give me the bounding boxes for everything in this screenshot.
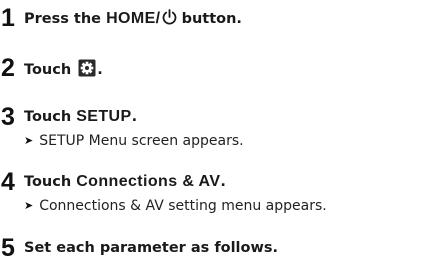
instruction-text: Press the bbox=[24, 11, 107, 27]
instruction-text-end: . bbox=[220, 174, 226, 190]
step-instruction: Press the HOME/ button. bbox=[24, 9, 242, 30]
instruction-text: Set each parameter as follows. bbox=[24, 240, 279, 256]
step-instruction: Set each parameter as follows. bbox=[24, 239, 278, 257]
result-arrow-icon: ➤ bbox=[24, 199, 34, 212]
step-instruction: Touch . bbox=[24, 59, 103, 82]
instruction-text: Touch bbox=[24, 174, 77, 190]
instruction-text-end: button. bbox=[176, 11, 242, 27]
result-text: SETUP Menu screen appears. bbox=[39, 133, 244, 149]
step-number: 1 bbox=[1, 4, 15, 32]
home-key-label: HOME bbox=[106, 10, 156, 27]
setup-key-label: SETUP bbox=[76, 108, 132, 125]
power-icon bbox=[162, 9, 177, 30]
result-text: Connections & AV setting menu appears. bbox=[39, 198, 327, 214]
key-separator: / bbox=[155, 10, 161, 27]
step-number: 5 bbox=[1, 234, 15, 262]
gear-icon bbox=[78, 59, 96, 82]
step-instruction: Touch Connections & AV. bbox=[24, 173, 226, 191]
step-result: ➤ Connections & AV setting menu appears. bbox=[24, 197, 327, 215]
result-arrow-icon: ➤ bbox=[24, 134, 34, 147]
instruction-text: Touch bbox=[24, 62, 77, 78]
instruction-text-end: . bbox=[97, 62, 103, 78]
instruction-text: Touch bbox=[24, 109, 77, 125]
connections-av-key-label: Connections & AV bbox=[76, 173, 221, 190]
step-number: 3 bbox=[1, 103, 15, 131]
instruction-text-end: . bbox=[131, 109, 138, 125]
step-result: ➤ SETUP Menu screen appears. bbox=[24, 132, 244, 150]
step-instruction: Touch SETUP. bbox=[24, 108, 137, 126]
step-number: 4 bbox=[1, 168, 15, 196]
step-number: 2 bbox=[1, 54, 15, 82]
